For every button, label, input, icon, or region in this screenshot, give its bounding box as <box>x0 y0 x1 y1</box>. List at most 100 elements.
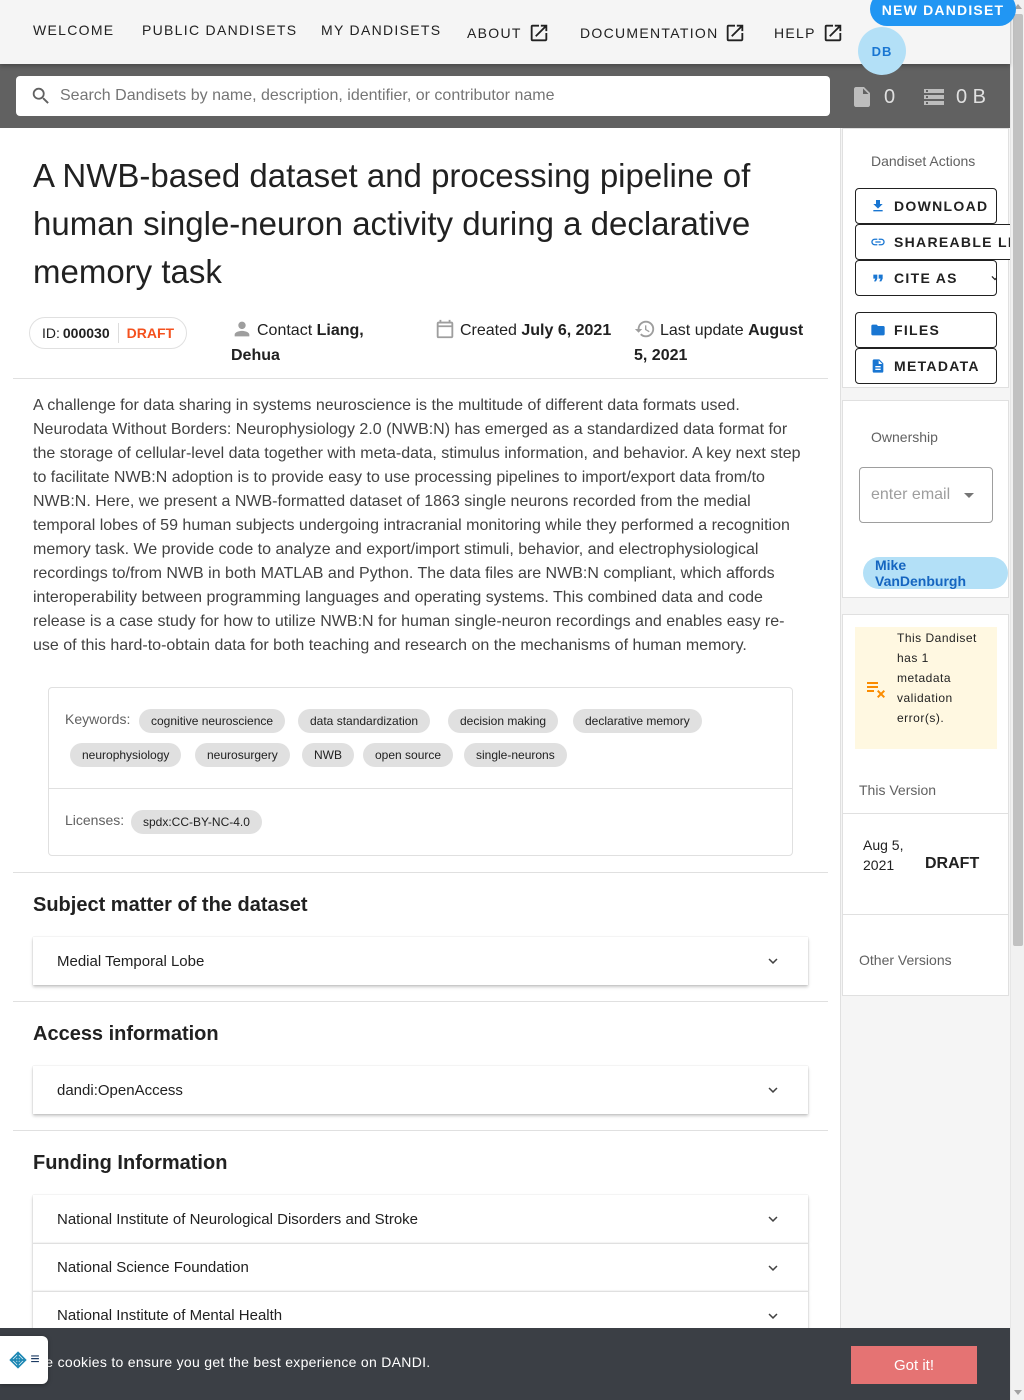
search-input[interactable] <box>60 87 830 105</box>
playlist-remove-icon <box>867 682 885 698</box>
keyword-chip: open source <box>363 743 454 767</box>
keyword-chip: cognitive neuroscience <box>139 709 286 733</box>
cite-as-button[interactable]: CITE AS <box>855 260 997 296</box>
keyword-chip: single-neurons <box>464 743 567 767</box>
updated-info: Last update August 5, 2021 <box>634 318 814 368</box>
nav-my-dandisets[interactable]: MY DANDISETS <box>321 22 441 38</box>
external-link-icon <box>530 24 547 42</box>
divider <box>49 788 792 789</box>
expansion-panel-funding[interactable]: National Institute of Neurological Disor… <box>33 1195 808 1243</box>
funding-information-heading: Funding Information <box>33 1152 228 1174</box>
document-icon <box>872 359 884 373</box>
status-badge: DRAFT <box>126 325 175 341</box>
cookie-message: se cookies to ensure you get the best ex… <box>38 1354 431 1370</box>
expansion-panel-subject[interactable]: Medial Temporal Lobe <box>33 937 808 985</box>
owner-chip[interactable]: Mike VanDenburgh <box>863 557 1008 589</box>
chevron-down-icon <box>991 276 996 281</box>
file-count: 0 <box>850 84 895 110</box>
dandiset-title: A NWB-based dataset and processing pipel… <box>33 157 751 290</box>
chevron-down-icon <box>768 1087 778 1093</box>
cookie-accept-button[interactable]: Got it! <box>851 1346 977 1384</box>
chevron-down-icon <box>768 1216 778 1222</box>
metadata-button[interactable]: METADATA <box>855 348 997 384</box>
history-icon <box>634 320 655 338</box>
chevron-down-icon <box>768 1265 778 1271</box>
user-avatar[interactable]: DB <box>858 27 906 75</box>
new-dandiset-button[interactable]: NEW DANDISET <box>870 0 1016 26</box>
nav-welcome[interactable]: WELCOME <box>33 22 114 38</box>
actions-label: Dandiset Actions <box>871 153 976 169</box>
scroll-down-arrow-icon[interactable] <box>1014 1390 1022 1395</box>
chevron-down-icon <box>768 1313 778 1319</box>
chevron-down-icon <box>768 958 778 964</box>
divider <box>13 1001 828 1002</box>
external-link-icon <box>727 24 744 42</box>
shareable-link-button[interactable]: SHAREABLE LINK <box>855 224 1015 260</box>
validation-warning[interactable]: This Dandiset has 1 metadata validation … <box>855 627 997 749</box>
created-info: Created July 6, 2021 <box>434 318 624 343</box>
id-chip: ID: 000030 DRAFT <box>29 317 188 349</box>
keywords-label: Keywords: <box>65 711 131 727</box>
search-box <box>16 76 830 116</box>
quote-icon <box>873 274 883 282</box>
divider <box>13 378 828 379</box>
external-link-icon <box>824 24 842 42</box>
dandiset-id: 000030 <box>62 325 110 341</box>
expansion-panel-access[interactable]: dandi:OpenAccess <box>33 1066 808 1114</box>
licenses-label: Licenses: <box>65 812 125 828</box>
dandiset-actions-card: Dandiset Actions DOWNLOAD SHAREABLE LINK… <box>842 128 1015 388</box>
license-chip: spdx:CC-BY-NC-4.0 <box>131 810 262 834</box>
menu-icon: ≡ <box>30 1351 40 1368</box>
download-icon <box>873 200 883 212</box>
ownership-label: Ownership <box>871 429 938 445</box>
dropdown-arrow-icon <box>964 493 974 498</box>
versions-card: This Dandiset has 1 metadata validation … <box>842 614 1009 996</box>
keyword-chip: data standardization <box>298 709 431 733</box>
search-toolbar: 0 0 B <box>0 64 1010 128</box>
nav-help[interactable]: HELP <box>774 22 844 44</box>
nav-documentation[interactable]: DOCUMENTATION <box>580 22 746 44</box>
calendar-icon <box>436 319 454 339</box>
keywords-licenses-box: Keywords: cognitive neuroscience data st… <box>48 687 793 856</box>
folder-icon <box>871 324 885 336</box>
contact-info: Contact Liang, Dehua <box>231 318 401 368</box>
chip-divider <box>117 323 119 343</box>
divider <box>13 872 828 873</box>
nav-public-dandisets[interactable]: PUBLIC DANDISETS <box>142 22 297 38</box>
storage-size: 0 B <box>922 84 986 110</box>
download-button[interactable]: DOWNLOAD <box>855 188 997 224</box>
keyword-chip: decision making <box>448 709 559 733</box>
validation-message: This Dandiset has 1 metadata validation … <box>897 631 977 725</box>
cookie-logo-icon <box>9 1351 28 1369</box>
this-version-label: This Version <box>859 782 937 798</box>
top-navigation-bar: WELCOME PUBLIC DANDISETS MY DANDISETS AB… <box>0 0 1016 75</box>
files-button[interactable]: FILES <box>855 312 997 348</box>
keyword-chip: neurosurgery <box>195 743 290 767</box>
scrollbar-thumb[interactable] <box>1013 14 1023 946</box>
other-versions-label: Other Versions <box>859 952 952 968</box>
cookie-settings-widget[interactable]: ≡ <box>0 1336 48 1384</box>
dandiset-main-panel: A NWB-based dataset and processing pipel… <box>0 128 841 1400</box>
version-status: DRAFT <box>925 855 980 872</box>
divider <box>13 1130 828 1131</box>
person-icon <box>234 321 250 337</box>
keyword-chip: NWB <box>302 743 354 767</box>
keyword-chip: neurophysiology <box>70 743 182 767</box>
expansion-panel-funding[interactable]: National Science Foundation <box>33 1243 808 1291</box>
cookie-banner: se cookies to ensure you get the best ex… <box>0 1328 1010 1400</box>
subject-matter-heading: Subject matter of the dataset <box>33 894 308 916</box>
page-scrollbar[interactable] <box>1010 0 1024 1400</box>
ownership-card: Ownership enter email Mike VanDenburgh <box>842 400 1009 598</box>
created-date: July 6, 2021 <box>521 322 612 339</box>
database-icon <box>924 89 944 105</box>
keyword-chip: declarative memory <box>573 709 702 733</box>
file-icon <box>854 87 870 107</box>
divider <box>843 813 1008 814</box>
link-icon <box>871 238 885 246</box>
dandiset-description: A challenge for data sharing in systems … <box>33 397 801 654</box>
search-icon <box>32 87 49 104</box>
owner-email-select[interactable]: enter email <box>859 467 993 523</box>
nav-about[interactable]: ABOUT <box>467 22 550 44</box>
version-date: Aug 5, 2021 <box>863 837 904 873</box>
divider <box>843 914 1008 915</box>
